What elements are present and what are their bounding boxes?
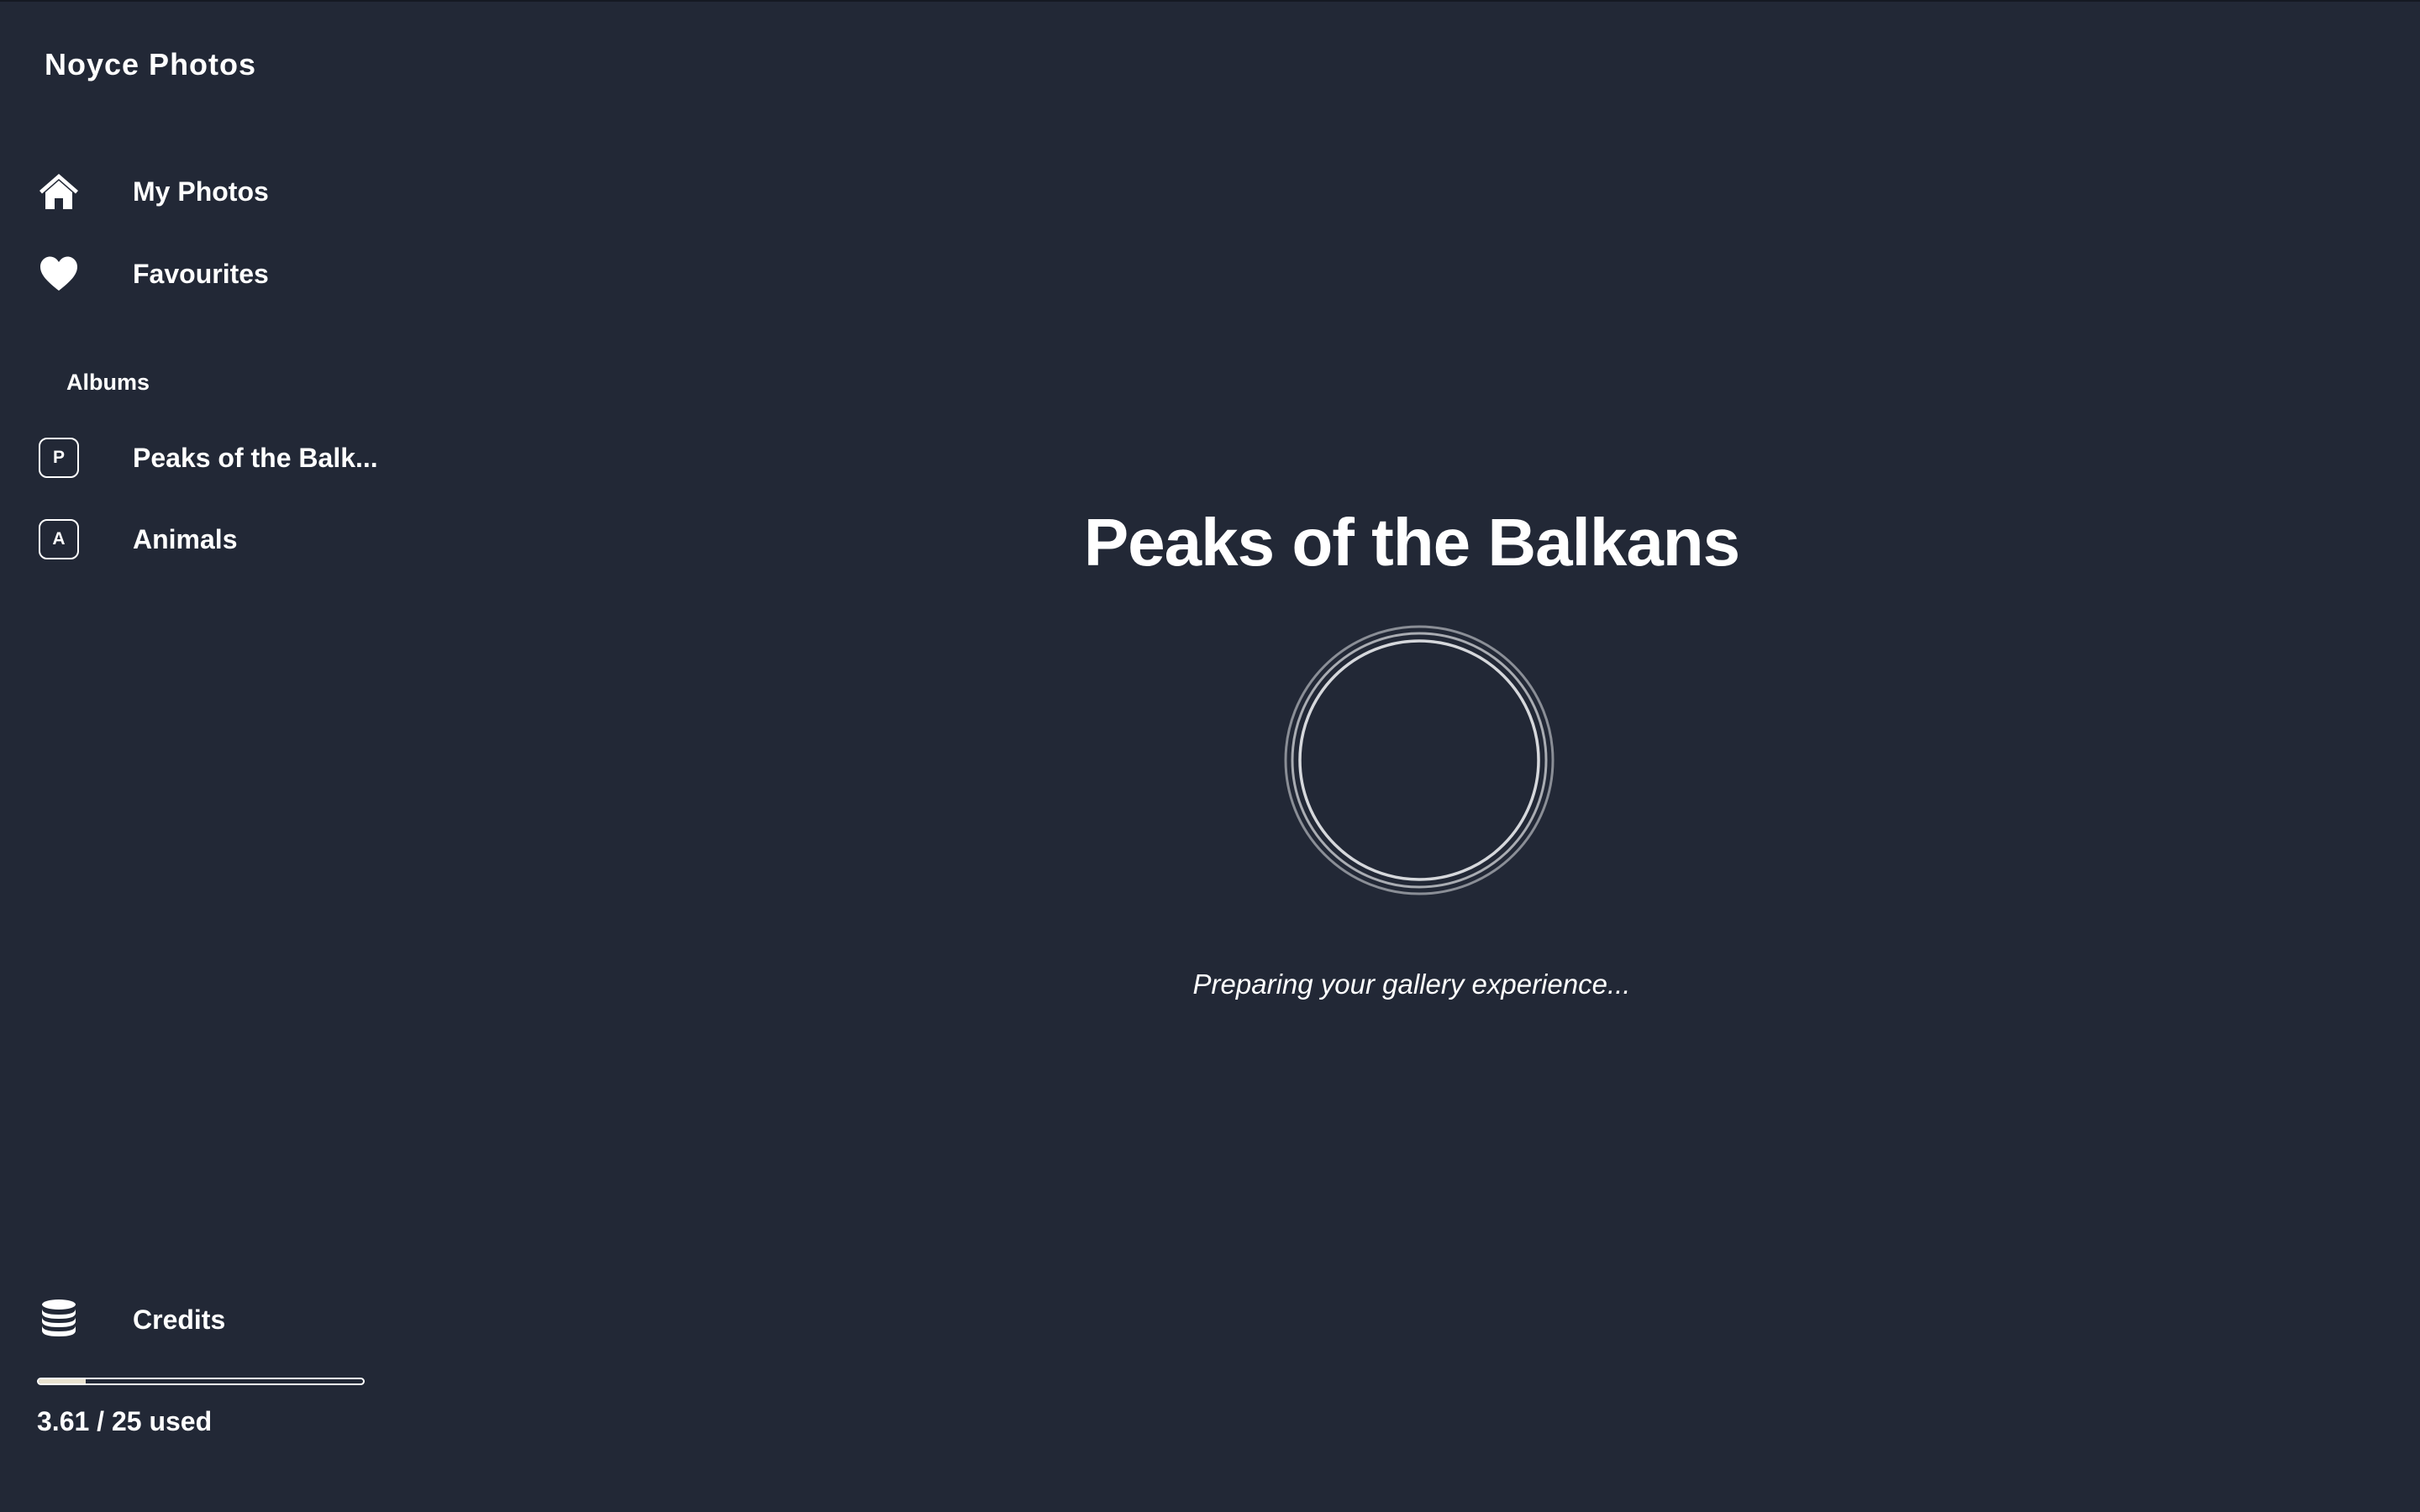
coins-stack-icon	[37, 1298, 81, 1341]
albums-section-label: Albums	[66, 370, 150, 395]
sidebar-item-album-peaks[interactable]: P Peaks of the Balk...	[37, 433, 390, 483]
page-title: Peaks of the Balkans	[1083, 505, 1740, 580]
credits-progress-bar	[37, 1378, 365, 1385]
credits-progress-fill	[39, 1379, 86, 1383]
loading-message: Preparing your gallery experience...	[1192, 969, 1631, 1000]
sidebar-item-label: My Photos	[133, 176, 269, 207]
album-icon: P	[37, 436, 81, 480]
album-icon: A	[37, 517, 81, 561]
sidebar-item-favourites[interactable]: Favourites	[37, 249, 390, 299]
album-initial-badge: P	[39, 438, 79, 478]
sidebar: Noyce Photos My Photos Favourites Albums…	[0, 0, 403, 1512]
sidebar-item-my-photos[interactable]: My Photos	[37, 166, 390, 217]
sidebar-item-label: Favourites	[133, 258, 269, 289]
sidebar-item-album-animals[interactable]: A Animals	[37, 514, 390, 564]
main-content: Peaks of the Balkans Preparing your gall…	[403, 0, 2420, 1512]
loading-spinner	[1284, 625, 1555, 895]
sidebar-item-label: Animals	[133, 523, 238, 554]
heart-icon	[37, 252, 81, 296]
sidebar-item-credits[interactable]: Credits	[37, 1294, 390, 1345]
app-title: Noyce Photos	[45, 47, 257, 81]
sidebar-item-label: Peaks of the Balk...	[133, 442, 378, 473]
album-initial-badge: A	[39, 519, 79, 559]
home-icon	[37, 170, 81, 213]
sidebar-item-label: Credits	[133, 1304, 226, 1335]
credits-usage-text: 3.61 / 25 used	[37, 1406, 213, 1436]
